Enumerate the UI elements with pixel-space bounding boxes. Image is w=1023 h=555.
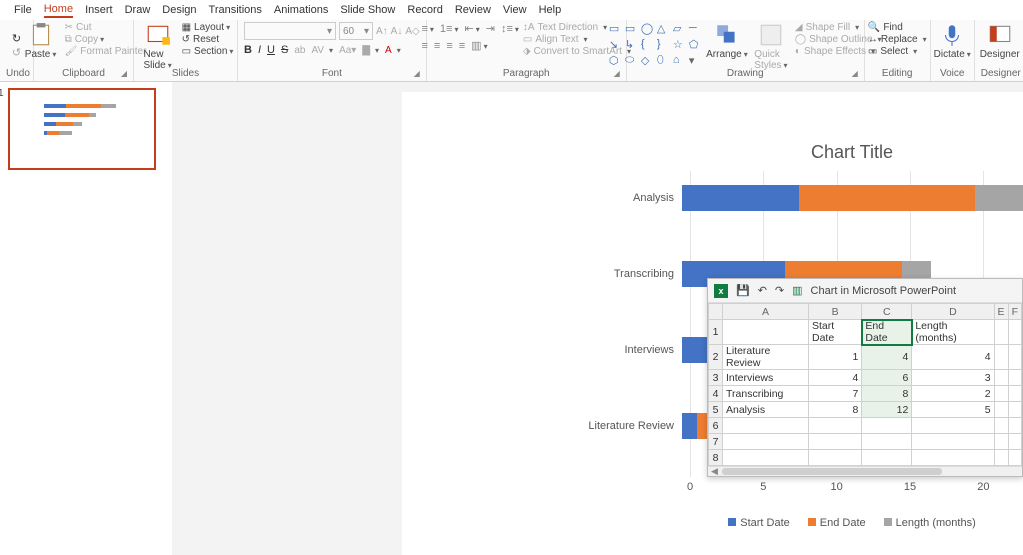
legend-item[interactable]: Length (months) <box>884 517 976 529</box>
replace-button[interactable]: ↔Replace <box>868 34 927 45</box>
category-label: Literature Review <box>572 420 682 432</box>
undo-icon[interactable]: ↶ <box>758 284 767 297</box>
bar-segment[interactable] <box>682 413 697 439</box>
dictate-button[interactable]: Dictate <box>932 22 972 60</box>
category-label: Transcribing <box>572 268 682 280</box>
bar-segment[interactable] <box>682 185 799 211</box>
designer-button[interactable]: Designer <box>980 22 1020 60</box>
columns-button[interactable]: ▥ <box>471 39 487 52</box>
menu-review[interactable]: Review <box>455 4 491 16</box>
italic-button[interactable]: I <box>258 44 261 56</box>
select-button[interactable]: ▭Select <box>868 46 917 57</box>
indent-inc-button[interactable]: ⇥ <box>486 22 495 35</box>
menu-draw[interactable]: Draw <box>125 4 151 16</box>
justify-button[interactable]: ≡ <box>459 40 465 52</box>
menu-help[interactable]: Help <box>539 4 562 16</box>
find-button[interactable]: 🔍Find <box>868 22 903 33</box>
menu-insert[interactable]: Insert <box>85 4 113 16</box>
menu-transitions[interactable]: Transitions <box>209 4 262 16</box>
group-undo-label: Undo <box>6 68 27 80</box>
legend-item[interactable]: Start Date <box>728 517 790 529</box>
slide-thumbnail-pane: 1 <box>0 82 172 555</box>
category-label: Analysis <box>572 192 682 204</box>
menu-home[interactable]: Home <box>44 3 73 18</box>
menu-design[interactable]: Design <box>162 4 196 16</box>
slide-number: 1 <box>0 88 4 99</box>
bullets-button[interactable]: ≡ <box>421 23 433 35</box>
font-size-combo[interactable]: 60▾ <box>339 22 373 40</box>
x-tick: 15 <box>904 481 916 493</box>
bar-segment[interactable] <box>975 185 1023 211</box>
category-label: Interviews <box>572 344 682 356</box>
char-spacing-button[interactable]: AV <box>311 45 333 56</box>
new-slide-button[interactable]: New Slide <box>138 22 178 71</box>
horizontal-scrollbar[interactable]: ◀ <box>708 466 1022 476</box>
menu-record[interactable]: Record <box>407 4 442 16</box>
align-center-button[interactable]: ≡ <box>434 40 440 52</box>
font-family-combo[interactable]: ▾ <box>244 22 336 40</box>
numbering-button[interactable]: 1≡ <box>440 23 459 35</box>
decrease-font-icon[interactable]: A↓ <box>391 26 403 37</box>
chart-title[interactable]: Chart Title <box>572 142 1023 163</box>
indent-dec-button[interactable]: ⇤ <box>464 22 479 35</box>
layout-button[interactable]: ▦Layout <box>182 22 234 33</box>
x-tick: 5 <box>760 481 766 493</box>
excel-icon: x <box>714 284 728 298</box>
chart-data-window[interactable]: x 💾 ↶ ↷ ▥ Chart in Microsoft PowerPoint … <box>707 278 1023 477</box>
paste-button[interactable]: Paste <box>21 22 61 60</box>
font-color-button[interactable]: A <box>385 45 401 56</box>
highlight-button[interactable]: ▇ <box>362 45 379 56</box>
chart-legend[interactable]: Start Date End Date Length (months) <box>572 517 1023 529</box>
save-icon[interactable]: 💾 <box>736 284 750 297</box>
arrange-button[interactable]: Arrange <box>707 22 747 60</box>
change-case-button[interactable]: Aa▾ <box>339 45 356 56</box>
data-window-title: Chart in Microsoft PowerPoint <box>811 285 957 297</box>
reset-button[interactable]: ↺Reset <box>182 34 234 45</box>
x-tick: 10 <box>831 481 843 493</box>
clear-format-icon[interactable]: A◇ <box>405 26 419 37</box>
shadow-button[interactable]: ab <box>294 45 305 56</box>
spreadsheet[interactable]: ABCDEF1Start DateEnd DateLength (months)… <box>708 303 1022 466</box>
underline-button[interactable]: U <box>267 44 275 56</box>
bar-segment[interactable] <box>799 185 975 211</box>
bold-button[interactable]: B <box>244 44 252 56</box>
x-tick: 0 <box>687 481 693 493</box>
ribbon: ↻ ↺ Undo Paste ✂Cut ⧉Copy 🖌Format Painte… <box>0 20 1023 82</box>
redo-icon[interactable]: ↷ <box>775 284 784 297</box>
chart-icon: ▥ <box>792 284 802 297</box>
increase-font-icon[interactable]: A↑ <box>376 26 388 37</box>
line-spacing-button[interactable]: ↕≡ <box>501 23 519 35</box>
align-left-button[interactable]: ≡ <box>421 40 427 52</box>
strike-button[interactable]: S <box>281 44 288 56</box>
shapes-gallery[interactable]: ▭▭◯△▱─ ↘↳{}☆⬠ ⬡⬭◇⬯⌂▾ <box>609 22 703 68</box>
section-button[interactable]: ▭Section <box>182 46 234 57</box>
slide-thumbnail-1[interactable] <box>8 88 156 170</box>
quick-styles-button[interactable]: Quick Styles <box>751 22 791 71</box>
legend-item[interactable]: End Date <box>808 517 866 529</box>
menu-view[interactable]: View <box>503 4 527 16</box>
menu-bar: File Home Insert Draw Design Transitions Anima… <box>0 0 1023 20</box>
menu-slide-show[interactable]: Slide Show <box>340 4 395 16</box>
align-right-button[interactable]: ≡ <box>446 40 452 52</box>
x-tick: 20 <box>977 481 989 493</box>
menu-file[interactable]: File <box>14 4 32 16</box>
menu-animations[interactable]: Animations <box>274 4 328 16</box>
